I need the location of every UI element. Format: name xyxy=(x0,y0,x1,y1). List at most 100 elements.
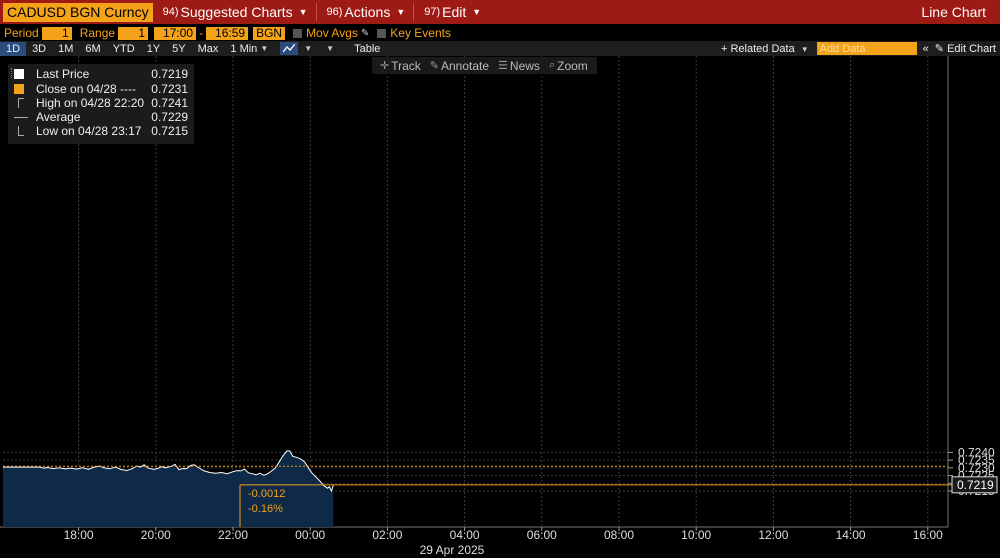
period-6m-button[interactable]: 6M xyxy=(79,42,106,56)
title-bar: CADUSD BGN Curncy 94) Suggested Charts ▼… xyxy=(0,0,1000,24)
range-input[interactable]: 1 xyxy=(118,26,149,40)
add-data-input[interactable]: Add Data xyxy=(816,42,917,55)
legend-row-high: High on 04/28 22:20 0.7241 xyxy=(8,96,194,110)
source-input[interactable]: BGN xyxy=(253,26,286,40)
x-tick-label: 00:00 xyxy=(295,528,325,542)
change-absolute-label: -0.0012 xyxy=(248,488,285,500)
date-label: 29 Apr 2025 xyxy=(420,543,485,557)
average-line-icon xyxy=(14,117,28,118)
pencil-icon[interactable]: ✎ xyxy=(361,28,369,39)
annotate-icon[interactable]: ✎ xyxy=(430,59,439,72)
x-tick-label: 18:00 xyxy=(64,528,94,542)
price-area-fill-left xyxy=(3,467,40,527)
actions-menu[interactable]: 96) Actions ▼ xyxy=(327,4,406,20)
pencil-icon: ✎ xyxy=(934,43,945,55)
line-chart-icon[interactable] xyxy=(280,42,299,55)
annotate-tool[interactable]: Annotate xyxy=(441,59,489,73)
legend-swatch xyxy=(14,69,24,79)
track-tool[interactable]: Track xyxy=(391,59,421,73)
key-events-checkbox[interactable] xyxy=(377,28,387,38)
zoom-tool[interactable]: Zoom xyxy=(557,59,588,73)
time-separator: - xyxy=(199,26,204,40)
high-marker-icon xyxy=(18,98,24,108)
menu-shortcut: 94) xyxy=(162,6,179,18)
edit-chart-button[interactable]: ✎ Edit Chart xyxy=(935,42,996,55)
period-5y-button[interactable]: 5Y xyxy=(166,42,191,56)
menu-shortcut: 96) xyxy=(326,6,343,18)
related-data-button[interactable]: + Related Data ▼ xyxy=(721,43,809,55)
period-1m-button[interactable]: 1M xyxy=(52,42,79,56)
related-data-label: + Related Data xyxy=(721,42,795,55)
price-area-fill xyxy=(40,450,334,527)
low-marker-icon xyxy=(18,126,24,136)
caret-down-icon: ▼ xyxy=(472,7,482,17)
table-button[interactable]: Table xyxy=(354,43,380,55)
x-tick-label: 16:00 xyxy=(913,528,943,542)
start-time-input[interactable]: 17:00 xyxy=(154,26,197,40)
mov-avgs-label: Mov Avgs xyxy=(306,26,358,40)
period-label: Period xyxy=(4,26,39,40)
mov-avgs-checkbox[interactable] xyxy=(293,28,303,38)
menu-divider xyxy=(413,3,415,21)
legend-value: 0.7219 xyxy=(151,67,188,81)
chart-style-caret-icon[interactable]: ▼ xyxy=(304,44,312,53)
period-toolbar: 1D 3D 1M 6M YTD 1Y 5Y Max 1 Min ▼ ▼ ▼ Ta… xyxy=(0,41,1000,56)
interval-value: 1 Min xyxy=(230,42,258,55)
x-tick-label: 08:00 xyxy=(604,528,634,542)
x-tick-label: 10:00 xyxy=(681,528,711,542)
legend-value: 0.7215 xyxy=(151,124,188,138)
caret-down-icon: ▼ xyxy=(800,44,809,54)
legend-label: High on 04/28 22:20 xyxy=(36,96,145,110)
settings-row: Period 1 Range 1 17:00 - 16:59 BGN Mov A… xyxy=(0,25,1000,41)
menu-label: Edit xyxy=(442,4,467,20)
collapse-icon[interactable]: « xyxy=(923,43,929,55)
news-tool[interactable]: News xyxy=(510,59,540,73)
key-events-label: Key Events xyxy=(390,26,451,40)
zoom-icon[interactable]: ⌕ xyxy=(549,59,555,72)
period-1d-button[interactable]: 1D xyxy=(0,41,27,56)
chart-type-label: Line Chart xyxy=(921,4,986,20)
x-tick-label: 06:00 xyxy=(527,528,557,542)
x-tick-label: 12:00 xyxy=(758,528,788,542)
change-percent-label: -0.16% xyxy=(248,503,283,515)
legend-label: Close on 04/28 ---- xyxy=(36,82,137,96)
x-tick-label: 20:00 xyxy=(141,528,171,542)
legend-row-low: Low on 04/28 23:17 0.7215 xyxy=(8,124,194,138)
caret-down-icon: ▼ xyxy=(260,44,269,53)
legend-row-average: Average 0.7229 xyxy=(8,110,194,124)
period-ytd-button[interactable]: YTD xyxy=(107,42,141,56)
period-max-button[interactable]: Max xyxy=(192,42,225,56)
legend-row-last-price: Last Price 0.7219 xyxy=(8,67,194,81)
legend-label: Low on 04/28 23:17 xyxy=(36,124,142,138)
period-3d-button[interactable]: 3D xyxy=(26,42,52,56)
menu-label: Suggested Charts xyxy=(180,4,293,20)
period-input[interactable]: 1 xyxy=(41,26,72,40)
caret-down-icon: ▼ xyxy=(396,7,406,17)
edit-chart-label: Edit Chart xyxy=(947,43,996,55)
interval-select[interactable]: 1 Min ▼ xyxy=(224,42,274,56)
legend-row-close: Close on 04/28 ---- 0.7231 xyxy=(8,82,194,96)
menu-shortcut: 97) xyxy=(424,6,441,18)
legend-label: Last Price xyxy=(36,67,90,81)
chart-tools: ✛ Track ✎ Annotate ☰ News ⌕ Zoom xyxy=(372,57,597,74)
more-caret-icon[interactable]: ▼ xyxy=(326,44,334,53)
chart-legend[interactable]: Last Price 0.7219 Close on 04/28 ---- 0.… xyxy=(8,64,194,144)
x-tick-label: 14:00 xyxy=(836,528,866,542)
legend-value: 0.7231 xyxy=(151,82,188,96)
x-tick-label: 02:00 xyxy=(372,528,402,542)
end-time-input[interactable]: 16:59 xyxy=(206,26,249,40)
legend-value: 0.7241 xyxy=(151,96,188,110)
x-tick-label: 22:00 xyxy=(218,528,248,542)
range-label: Range xyxy=(79,26,116,40)
crosshair-icon[interactable]: ✛ xyxy=(380,59,389,72)
caret-down-icon: ▼ xyxy=(298,7,308,17)
period-1y-button[interactable]: 1Y xyxy=(141,42,166,56)
menu-label: Actions xyxy=(344,4,391,20)
menu-divider xyxy=(315,3,317,21)
suggested-charts-menu[interactable]: 94) Suggested Charts ▼ xyxy=(163,4,308,20)
news-icon[interactable]: ☰ xyxy=(498,59,508,72)
security-ticker[interactable]: CADUSD BGN Curncy xyxy=(3,2,153,22)
edit-menu[interactable]: 97) Edit ▼ xyxy=(424,4,481,20)
legend-label: Average xyxy=(36,110,81,124)
x-tick-label: 04:00 xyxy=(450,528,480,542)
